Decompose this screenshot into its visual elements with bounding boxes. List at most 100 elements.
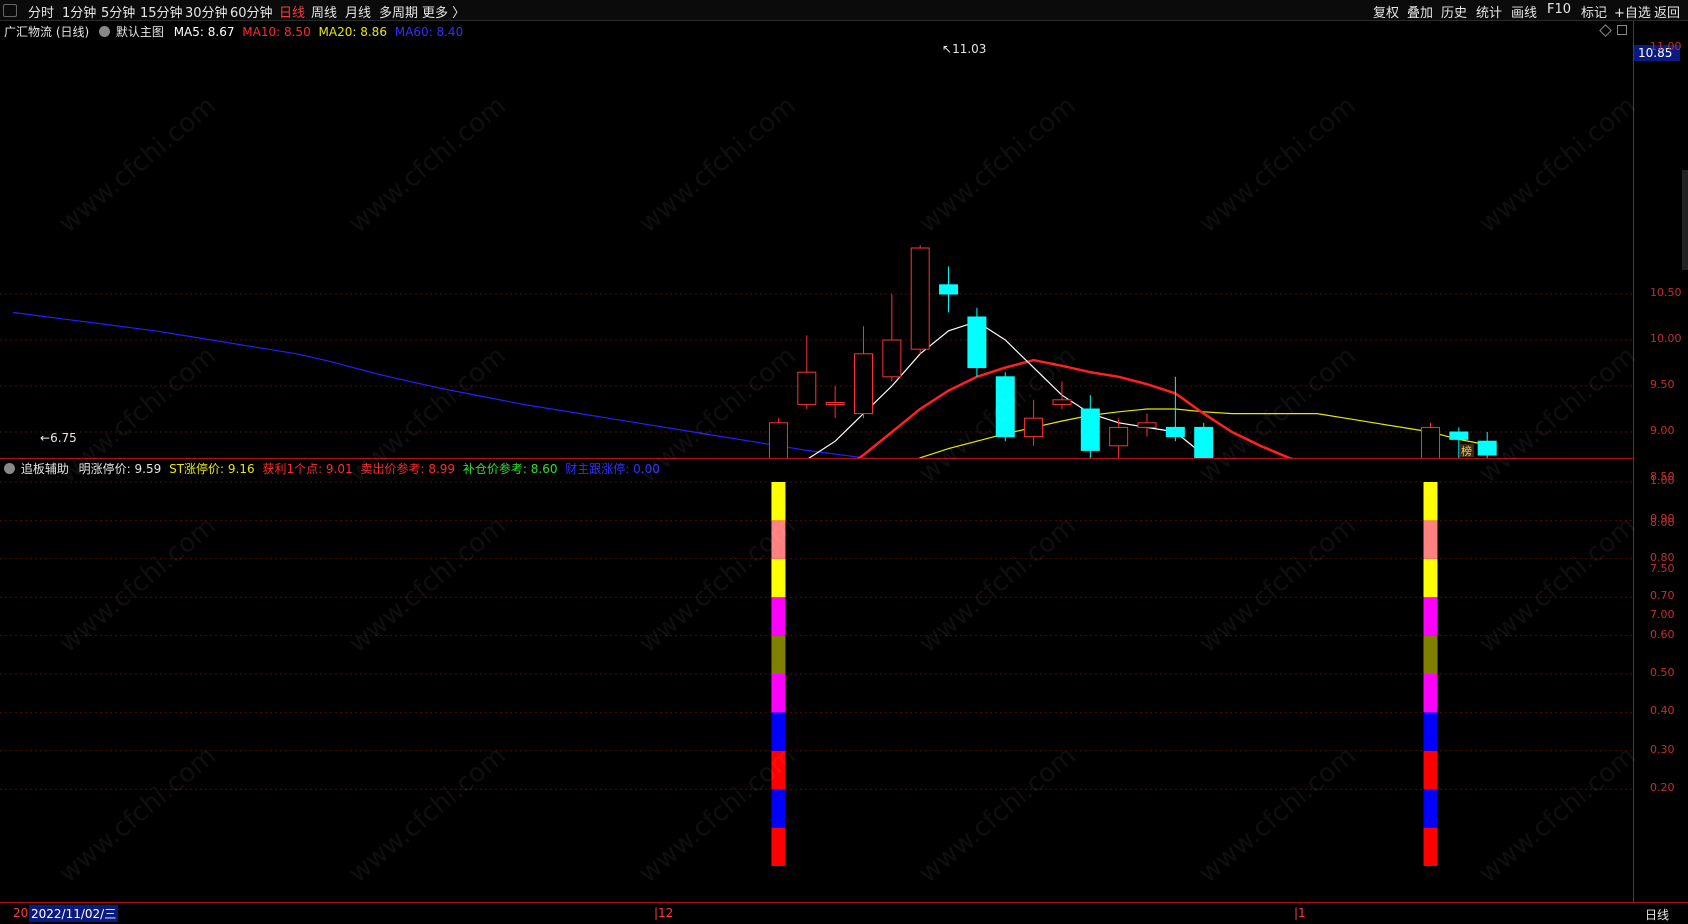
ma20-line — [918, 408, 1488, 458]
mark-button[interactable]: 标记 — [1581, 2, 1607, 21]
candle-body — [1449, 431, 1469, 440]
signal-bar-segment — [1423, 520, 1438, 559]
period-tab-more[interactable]: 更多 〉 — [422, 2, 465, 21]
signal-bar-segment — [1423, 482, 1438, 521]
signal-bar-segment — [1423, 827, 1438, 866]
indicator-tick: 0.30 — [1650, 742, 1675, 756]
signal-bar-segment — [1423, 597, 1438, 636]
candle — [995, 372, 1015, 442]
back-button[interactable]: 返回 — [1654, 2, 1680, 21]
price-tick: 10.50 — [1650, 286, 1682, 299]
low-marker-label: ←6.75 — [40, 431, 77, 445]
indicator-tick: 1.00 — [1650, 474, 1675, 487]
period-tab-60min[interactable]: 60分钟 — [230, 2, 273, 21]
add-watchlist-button[interactable]: +自选 — [1614, 2, 1651, 21]
candle-body — [1477, 440, 1497, 456]
period-tab-multi[interactable]: 多周期 — [379, 2, 418, 21]
candle-body — [1080, 408, 1100, 451]
period-tab-5min[interactable]: 5分钟 — [101, 2, 135, 21]
month-mark-jan: |1 — [1294, 906, 1306, 920]
period-tab-monthly[interactable]: 月线 — [345, 2, 371, 21]
date-prefix: 20 — [13, 906, 29, 920]
candle — [825, 386, 845, 419]
candle-body — [825, 402, 845, 406]
indicator-panel[interactable] — [0, 459, 1633, 902]
signal-bar-segment — [1423, 750, 1438, 790]
candle — [967, 307, 987, 377]
period-tab-fenshi[interactable]: 分时 — [28, 2, 54, 21]
period-tab-weekly[interactable]: 周线 — [311, 2, 337, 21]
candle — [939, 266, 959, 313]
period-toolbar: 分时 1分钟 5分钟 15分钟 30分钟 60分钟 日线 周线 月线 多周期 更… — [0, 0, 1688, 21]
draw-line-button[interactable]: 画线 — [1511, 2, 1537, 21]
signal-bar-segment — [1423, 712, 1438, 751]
high-marker-label: ↖11.03 — [942, 42, 987, 56]
kline-panel[interactable] — [0, 21, 1633, 459]
menu-icon[interactable] — [3, 4, 17, 17]
candle — [797, 335, 817, 409]
candle-body — [1421, 426, 1440, 458]
stats-button[interactable]: 统计 — [1476, 2, 1502, 21]
candle-body — [1165, 426, 1185, 438]
indicator-tick: 0.40 — [1650, 704, 1675, 718]
candle-body — [854, 353, 873, 415]
history-button[interactable]: 历史 — [1441, 2, 1467, 21]
bang-badge-label[interactable]: 榜 — [1461, 443, 1472, 459]
signal-bar-segment — [771, 635, 786, 674]
price-tick: 7.00 — [1650, 608, 1675, 621]
signal-bar-segment — [1423, 674, 1438, 713]
candle-body — [995, 376, 1015, 438]
candle — [1024, 399, 1044, 446]
indicator-tick: 0.50 — [1650, 666, 1675, 679]
signal-bar-segment — [771, 712, 786, 751]
signal-bar-segment — [771, 558, 786, 598]
indicator-tick: 0.20 — [1650, 781, 1675, 795]
candle-body — [1194, 426, 1214, 458]
signal-bar-segment — [771, 674, 786, 713]
period-tab-30min[interactable]: 30分钟 — [185, 2, 228, 21]
indicator-tick: 0.70 — [1650, 589, 1675, 603]
price-tick: 10.00 — [1650, 332, 1682, 345]
kline-chart[interactable] — [0, 21, 1633, 458]
signal-bar-segment — [771, 827, 786, 866]
signal-bar-segment — [771, 789, 786, 828]
candle — [1137, 413, 1157, 437]
period-tab-15min[interactable]: 15分钟 — [140, 2, 183, 21]
candle-body — [1052, 399, 1072, 405]
price-axis-line — [1633, 21, 1634, 902]
ma5-line — [808, 320, 1209, 458]
top-tick-label: 11.00 — [1650, 40, 1682, 53]
candle-body — [1024, 417, 1044, 438]
axis-scroll-handle[interactable] — [1682, 170, 1688, 270]
signal-bar-segment — [771, 750, 786, 790]
signal-bar-segment — [771, 597, 786, 636]
signal-bar-segment — [1423, 635, 1438, 674]
candle-body — [1109, 426, 1129, 447]
candle-body — [910, 247, 930, 350]
candle-body — [797, 371, 817, 405]
candle-body — [967, 316, 987, 369]
candle — [1194, 422, 1214, 458]
candle — [1080, 395, 1100, 458]
candle — [910, 245, 930, 354]
signal-bar-segment — [771, 520, 786, 559]
price-tick: 9.00 — [1650, 424, 1675, 437]
f10-button[interactable]: F10 — [1547, 2, 1571, 17]
indicator-tick: 0.60 — [1650, 627, 1675, 641]
period-tab-daily[interactable]: 日线 — [279, 2, 305, 21]
signal-bar-segment — [1423, 558, 1438, 598]
indicator-chart[interactable] — [0, 459, 1633, 902]
fuquan-button[interactable]: 复权 — [1373, 2, 1399, 21]
signal-bar-segment — [1423, 789, 1438, 828]
period-label[interactable]: 日线 — [1645, 906, 1669, 923]
period-tab-1min[interactable]: 1分钟 — [62, 2, 96, 21]
candle-body — [1137, 422, 1157, 428]
ma60-line — [12, 311, 877, 458]
cursor-date: 2022/11/02/三 — [29, 905, 119, 922]
overlay-button[interactable]: 叠加 — [1407, 2, 1433, 21]
price-tick: 9.50 — [1650, 378, 1675, 391]
signal-bar-segment — [771, 482, 786, 521]
candle — [882, 294, 902, 382]
date-axis: 20 2022/11/02/三 |12 |1 日线 — [0, 902, 1688, 924]
indicator-tick: 0.80 — [1650, 550, 1675, 564]
